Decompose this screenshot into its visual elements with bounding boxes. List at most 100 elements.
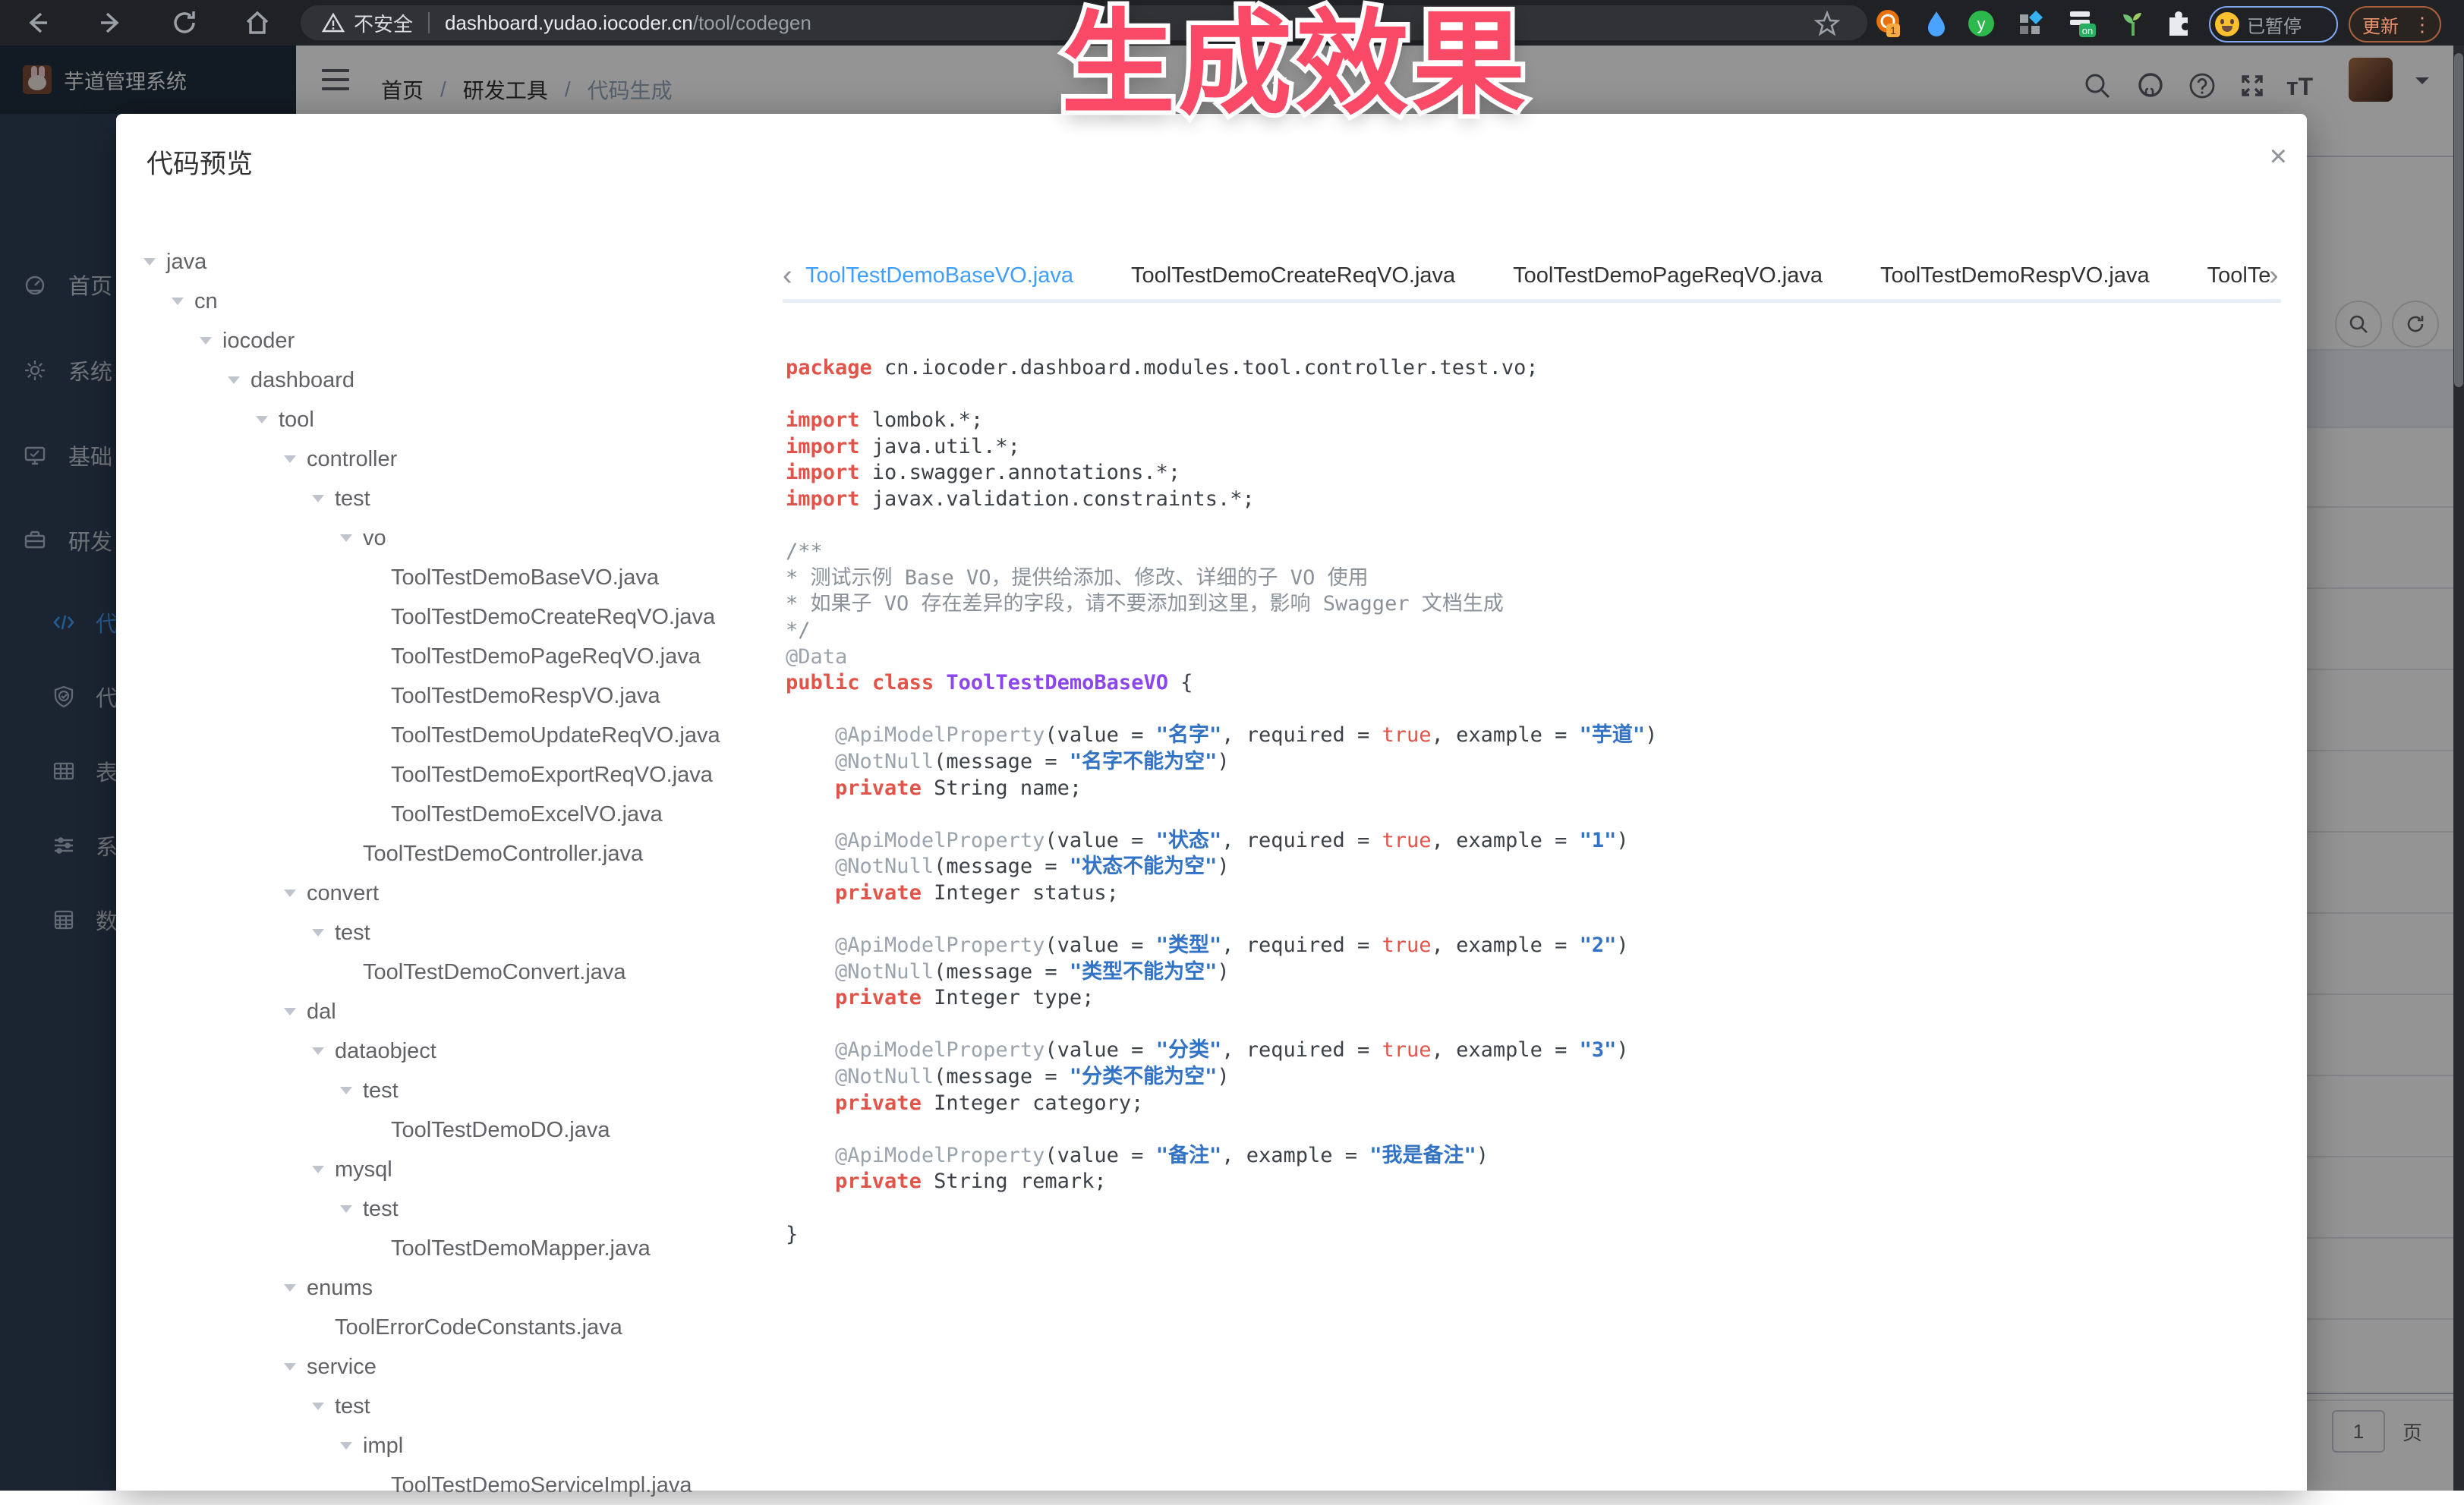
tree-node[interactable]: ToolErrorCodeConstants.java	[116, 1308, 777, 1347]
tab-file-3[interactable]: ToolTestDemoPageReqVO.java	[1513, 252, 1823, 299]
tree-file-label: ToolTestDemoBaseVO.java	[391, 565, 659, 590]
code-line: @ApiModelProperty(value = "分类", required…	[786, 1037, 1657, 1064]
extension-diamond-icon[interactable]	[2015, 8, 2046, 39]
scrollbar[interactable]	[2453, 46, 2464, 1491]
tree-folder-label: cn	[194, 289, 218, 314]
tree-folder-label: test	[363, 1197, 399, 1222]
tree-node[interactable]: cn	[116, 282, 777, 321]
tree-node[interactable]: test	[116, 1071, 777, 1110]
tree-node[interactable]: controller	[116, 439, 777, 479]
tree-node[interactable]: ToolTestDemoBaseVO.java	[116, 558, 777, 597]
tree-node[interactable]: ToolTestDemoExcelVO.java	[116, 795, 777, 834]
code-line: }	[786, 1222, 1657, 1248]
browser-update-button[interactable]: 更新 ⋮	[2349, 6, 2441, 43]
tree-node[interactable]: ToolTestDemoDO.java	[116, 1110, 777, 1150]
caret-down-icon[interactable]	[312, 1041, 335, 1061]
extension-tampermonkey-icon[interactable]: on	[2067, 8, 2097, 39]
caret-down-icon[interactable]	[312, 923, 335, 943]
caret-down-icon[interactable]	[284, 449, 307, 469]
extension-green-circle-icon[interactable]: y	[1966, 8, 1996, 39]
security-label[interactable]: 不安全	[354, 9, 413, 37]
code-line	[786, 697, 1657, 723]
tree-node[interactable]: ToolTestDemoRespVO.java	[116, 676, 777, 716]
tree-node[interactable]: ToolTestDemoExportReqVO.java	[116, 755, 777, 795]
tree-node[interactable]: test	[116, 479, 777, 518]
tree-node[interactable]: impl	[116, 1426, 777, 1466]
tree-node[interactable]: mysql	[116, 1150, 777, 1189]
caret-down-icon[interactable]	[284, 1002, 307, 1022]
tree-node[interactable]: ToolTestDemoCreateReqVO.java	[116, 597, 777, 637]
caret-down-icon[interactable]	[340, 1436, 363, 1456]
code-line	[786, 1116, 1657, 1143]
caret-down-icon[interactable]	[312, 1160, 335, 1179]
extension-sprout-icon[interactable]	[2118, 8, 2148, 39]
extension-puzzle-icon[interactable]	[2163, 8, 2194, 39]
tree-node[interactable]: ToolTestDemoUpdateReqVO.java	[116, 716, 777, 755]
profile-chip[interactable]: 已暂停	[2209, 6, 2338, 43]
code-line: @NotNull(message = "状态不能为空")	[786, 854, 1657, 880]
tree-node[interactable]: ToolTestDemoConvert.java	[116, 952, 777, 992]
omnibox-divider	[428, 12, 430, 33]
tree-node[interactable]: ToolTestDemoPageReqVO.java	[116, 637, 777, 676]
tab-file-4[interactable]: ToolTestDemoRespVO.java	[1880, 252, 2150, 299]
tree-file-label: ToolTestDemoDO.java	[391, 1118, 610, 1143]
tree-node[interactable]: test	[116, 1189, 777, 1229]
tree-node[interactable]: tool	[116, 400, 777, 439]
tree-folder-label: vo	[363, 526, 386, 551]
back-icon[interactable]	[23, 8, 52, 37]
caret-down-icon[interactable]	[172, 291, 194, 311]
tree-node[interactable]: test	[116, 1387, 777, 1426]
tree-node[interactable]: enums	[116, 1268, 777, 1308]
tab-file-5[interactable]: ToolTe	[2207, 252, 2271, 299]
browser-menu-icon[interactable]: ⋮	[2412, 13, 2432, 36]
forward-icon[interactable]	[96, 8, 125, 37]
tabs-scroll-left-icon[interactable]: ‹	[783, 260, 792, 292]
not-secure-warning-icon	[322, 11, 345, 34]
reload-icon[interactable]	[170, 8, 199, 37]
tree-file-label: ToolTestDemoPageReqVO.java	[391, 644, 701, 669]
tree-folder-label: iocoder	[222, 329, 295, 354]
extension-ublock-icon[interactable]: 1	[1873, 8, 1903, 39]
tabs-scroll-right-icon[interactable]: ›	[2269, 260, 2279, 292]
tree-node[interactable]: ToolTestDemoController.java	[116, 834, 777, 874]
tree-node[interactable]: iocoder	[116, 321, 777, 361]
tree-folder-label: dashboard	[250, 368, 354, 393]
caret-down-icon[interactable]	[200, 331, 222, 351]
url-path[interactable]: /tool/codegen	[693, 11, 811, 35]
home-icon[interactable]	[243, 8, 272, 37]
code-line: /**	[786, 539, 1657, 565]
tree-node[interactable]: ToolTestDemoMapper.java	[116, 1229, 777, 1268]
caret-down-icon[interactable]	[340, 1081, 363, 1100]
code-line: * 如果子 VO 存在差异的字段，请不要添加到这里，影响 Swagger 文档生…	[786, 591, 1657, 618]
caret-down-icon[interactable]	[284, 883, 307, 903]
code-line: package cn.iocoder.dashboard.modules.too…	[786, 355, 1657, 382]
tree-node[interactable]: dashboard	[116, 361, 777, 400]
caret-down-icon[interactable]	[256, 410, 279, 430]
caret-down-icon[interactable]	[312, 489, 335, 508]
extension-drop-icon[interactable]	[1921, 8, 1952, 39]
caret-down-icon[interactable]	[340, 528, 363, 548]
tree-node[interactable]: vo	[116, 518, 777, 558]
tree-node[interactable]: java	[116, 242, 777, 282]
tab-file-2[interactable]: ToolTestDemoCreateReqVO.java	[1131, 252, 1455, 299]
tree-node[interactable]: test	[116, 913, 777, 952]
close-icon[interactable]: ×	[2270, 141, 2287, 172]
scrollbar-thumb[interactable]	[2454, 53, 2463, 387]
tree-node[interactable]: convert	[116, 874, 777, 913]
tab-file-1[interactable]: ToolTestDemoBaseVO.java	[805, 252, 1073, 299]
tree-node[interactable]: dataobject	[116, 1031, 777, 1071]
caret-down-icon[interactable]	[228, 370, 250, 390]
tree-folder-label: convert	[307, 881, 379, 906]
tree-node[interactable]: service	[116, 1347, 777, 1387]
caret-down-icon[interactable]	[284, 1278, 307, 1298]
tree-node[interactable]: ToolTestDemoServiceImpl.java	[116, 1466, 777, 1505]
caret-down-icon[interactable]	[284, 1357, 307, 1377]
caret-placeholder	[340, 851, 363, 857]
tree-node[interactable]: dal	[116, 992, 777, 1031]
caret-placeholder	[368, 693, 391, 699]
caret-down-icon[interactable]	[340, 1199, 363, 1219]
url-domain[interactable]: dashboard.yudao.iocoder.cn	[445, 11, 693, 35]
caret-down-icon[interactable]	[143, 252, 166, 272]
bookmark-star-icon[interactable]	[1814, 11, 1840, 36]
caret-down-icon[interactable]	[312, 1396, 335, 1416]
